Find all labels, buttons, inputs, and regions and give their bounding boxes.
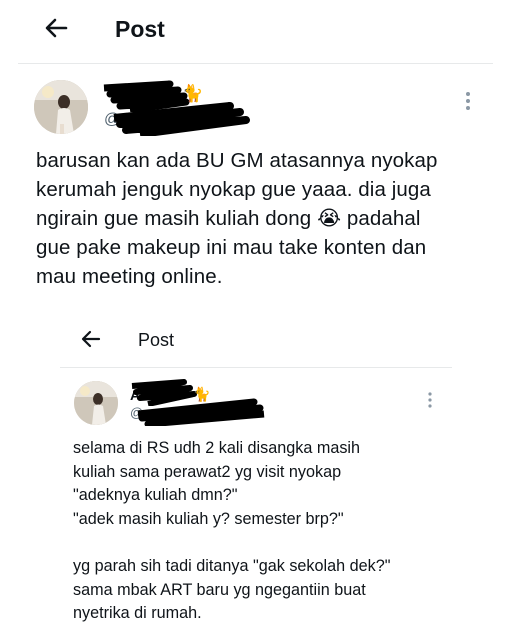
post-text-line: ngirain gue masih kuliah dong 😭 padahal bbox=[36, 207, 421, 230]
quoted-text-line: "adeknya kuliah dmn?" bbox=[73, 486, 238, 505]
post-text-line: mau meeting online. bbox=[36, 265, 223, 288]
quoted-post-text: selama di RS udh 2 kali disangka masih k… bbox=[73, 437, 503, 626]
quoted-text-line: kuliah sama perawat2 yg visit nyokap bbox=[73, 462, 342, 481]
quoted-avatar bbox=[74, 381, 118, 425]
quoted-back-button bbox=[78, 326, 104, 352]
quoted-text-line: selama di RS udh 2 kali disangka masih bbox=[73, 439, 361, 457]
avatar[interactable] bbox=[34, 80, 88, 134]
post-text-line: gue pake makeup ini mau take konten dan bbox=[36, 236, 427, 259]
back-button[interactable] bbox=[40, 12, 72, 44]
post-text-line: kerumah jenguk nyokap gue yaaa. dia juga bbox=[36, 178, 431, 201]
arrow-left-icon bbox=[81, 330, 101, 348]
more-options-button[interactable] bbox=[458, 88, 478, 114]
quoted-text-line: "adek masih kuliah y? semester brp?" bbox=[73, 509, 344, 528]
quoted-text-line: nyetrika di rumah. bbox=[73, 604, 202, 623]
post-text: barusan kan ada BU GM atasannya nyokap k… bbox=[36, 146, 506, 291]
quoted-text-line: sama mbak ART baru yg ngegantiin buat bbox=[73, 580, 366, 599]
quoted-header-divider bbox=[60, 367, 452, 368]
page-title: Post bbox=[115, 16, 165, 42]
more-vertical-icon bbox=[466, 92, 470, 110]
redacted-quoted-author-handle bbox=[137, 398, 265, 426]
quoted-text-line bbox=[73, 531, 503, 555]
quoted-page-title: Post bbox=[138, 330, 175, 350]
avatar-photo bbox=[34, 80, 88, 134]
quoted-more-options-icon bbox=[422, 390, 438, 410]
avatar-photo bbox=[74, 381, 118, 425]
more-vertical-icon bbox=[428, 392, 432, 408]
header-divider bbox=[18, 63, 493, 64]
arrow-left-icon bbox=[45, 18, 68, 38]
post-text-line: barusan kan ada BU GM atasannya nyokap bbox=[36, 149, 438, 172]
redacted-author-handle bbox=[113, 102, 250, 136]
quoted-text-line: yg parah sih tadi ditanya "gak sekolah d… bbox=[73, 556, 391, 575]
